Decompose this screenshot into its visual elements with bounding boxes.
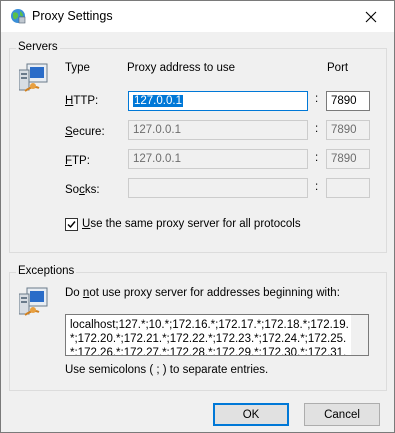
socks-port-input[interactable] [326,178,370,198]
address-column-header: Proxy address to use [127,62,236,74]
socks-label: Socks: [65,184,100,196]
http-colon: : [315,93,319,105]
checkmark-icon [67,221,76,229]
network-server-icon [19,287,48,316]
exceptions-hint: Use semicolons ( ; ) to separate entries… [65,364,269,376]
ftp-address-input[interactable]: 127.0.0.1 [128,149,308,169]
secure-label: Secure: [65,126,105,138]
close-icon [365,11,377,22]
exceptions-textarea[interactable]: localhost;127.*;10.*;172.16.*;172.17.*;1… [65,314,369,356]
http-port-input[interactable]: 7890 [326,91,370,111]
window-title: Proxy Settings [32,9,113,23]
ftp-label: FTP: [65,155,90,167]
type-column-header: Type [65,62,90,74]
exceptions-scrollbar[interactable] [351,315,368,355]
exceptions-description: Do not use proxy server for addresses be… [65,287,340,299]
exceptions-group-label: Exceptions [16,265,77,277]
secure-address-input[interactable]: 127.0.0.1 [128,120,308,140]
port-column-header: Port [327,62,349,74]
close-button[interactable] [348,1,394,32]
same-proxy-label[interactable]: Use the same proxy server for all protoc… [82,218,301,230]
network-server-icon [19,63,48,92]
ok-button[interactable]: OK [213,403,289,426]
cancel-button[interactable]: Cancel [304,403,380,426]
proxy-settings-dialog: Proxy Settings Servers Type Proxy addres… [0,0,395,433]
same-proxy-checkbox[interactable] [65,218,78,231]
globe-icon [11,9,26,24]
secure-port-input[interactable]: 7890 [326,120,370,140]
exceptions-list-text: localhost;127.*;10.*;172.16.*;172.17.*;1… [70,319,349,356]
http-address-input[interactable]: 127.0.0.1 [128,91,308,111]
socks-address-input[interactable] [128,178,308,198]
socks-colon: : [315,181,319,193]
secure-colon: : [315,123,319,135]
http-label: HTTP: [65,95,99,107]
ftp-port-input[interactable]: 7890 [326,149,370,169]
ftp-colon: : [315,152,319,164]
title-bar: Proxy Settings [1,1,394,32]
servers-group-label: Servers [16,41,60,53]
